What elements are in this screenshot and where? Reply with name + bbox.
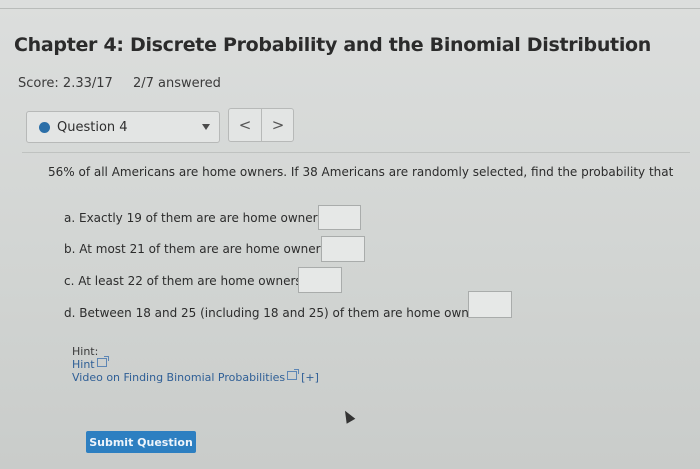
part-c-answer-input[interactable] <box>298 267 342 293</box>
mouse-cursor-icon <box>340 408 356 424</box>
question-prompt: 56% of all Americans are home owners. If… <box>48 165 674 179</box>
video-row: Video on Finding Binomial Probabilities [… <box>72 369 319 384</box>
hint-row: Hint <box>72 356 319 371</box>
part-d-answer-input[interactable] <box>468 291 512 318</box>
score-text: Score: 2.33/17 <box>18 76 113 91</box>
answered-count: 2/7 answered <box>132 76 221 91</box>
chevron-left-icon: < <box>238 116 252 134</box>
part-c-label: c. At least 22 of them are home owners. <box>64 274 306 288</box>
next-question-button[interactable]: > <box>262 109 294 141</box>
hint-section: Hint: Hint Video on Finding Binomial Pro… <box>72 345 319 384</box>
part-a-label: a. Exactly 19 of them are are home owner… <box>64 211 328 225</box>
external-link-icon <box>96 356 109 367</box>
part-b-label: b. At most 21 of them are are home owner… <box>64 242 331 256</box>
video-link[interactable]: Video on Finding Binomial Probabilities <box>72 371 285 384</box>
top-divider <box>0 8 700 9</box>
part-d-label: d. Between 18 and 25 (including 18 and 2… <box>64 306 492 320</box>
external-link-icon <box>287 369 300 380</box>
caret-down-icon <box>202 124 210 130</box>
question-select-label: Question 4 <box>57 120 128 135</box>
prev-question-button[interactable]: < <box>229 109 262 141</box>
score-row: Score: 2.33/17 2/7 answered <box>18 76 221 91</box>
chevron-right-icon: > <box>271 116 285 134</box>
page-title: Chapter 4: Discrete Probability and the … <box>14 34 652 56</box>
part-b-answer-input[interactable] <box>321 236 365 262</box>
status-dot-icon <box>39 122 50 133</box>
question-nav: < > <box>228 108 294 142</box>
expand-toggle[interactable]: [+] <box>301 371 319 384</box>
section-divider <box>22 152 690 153</box>
question-select[interactable]: Question 4 <box>26 111 220 143</box>
hint-heading: Hint: <box>72 345 99 358</box>
submit-question-button[interactable]: Submit Question <box>86 431 196 453</box>
part-a-answer-input[interactable] <box>318 205 361 230</box>
hint-link[interactable]: Hint <box>72 358 95 371</box>
